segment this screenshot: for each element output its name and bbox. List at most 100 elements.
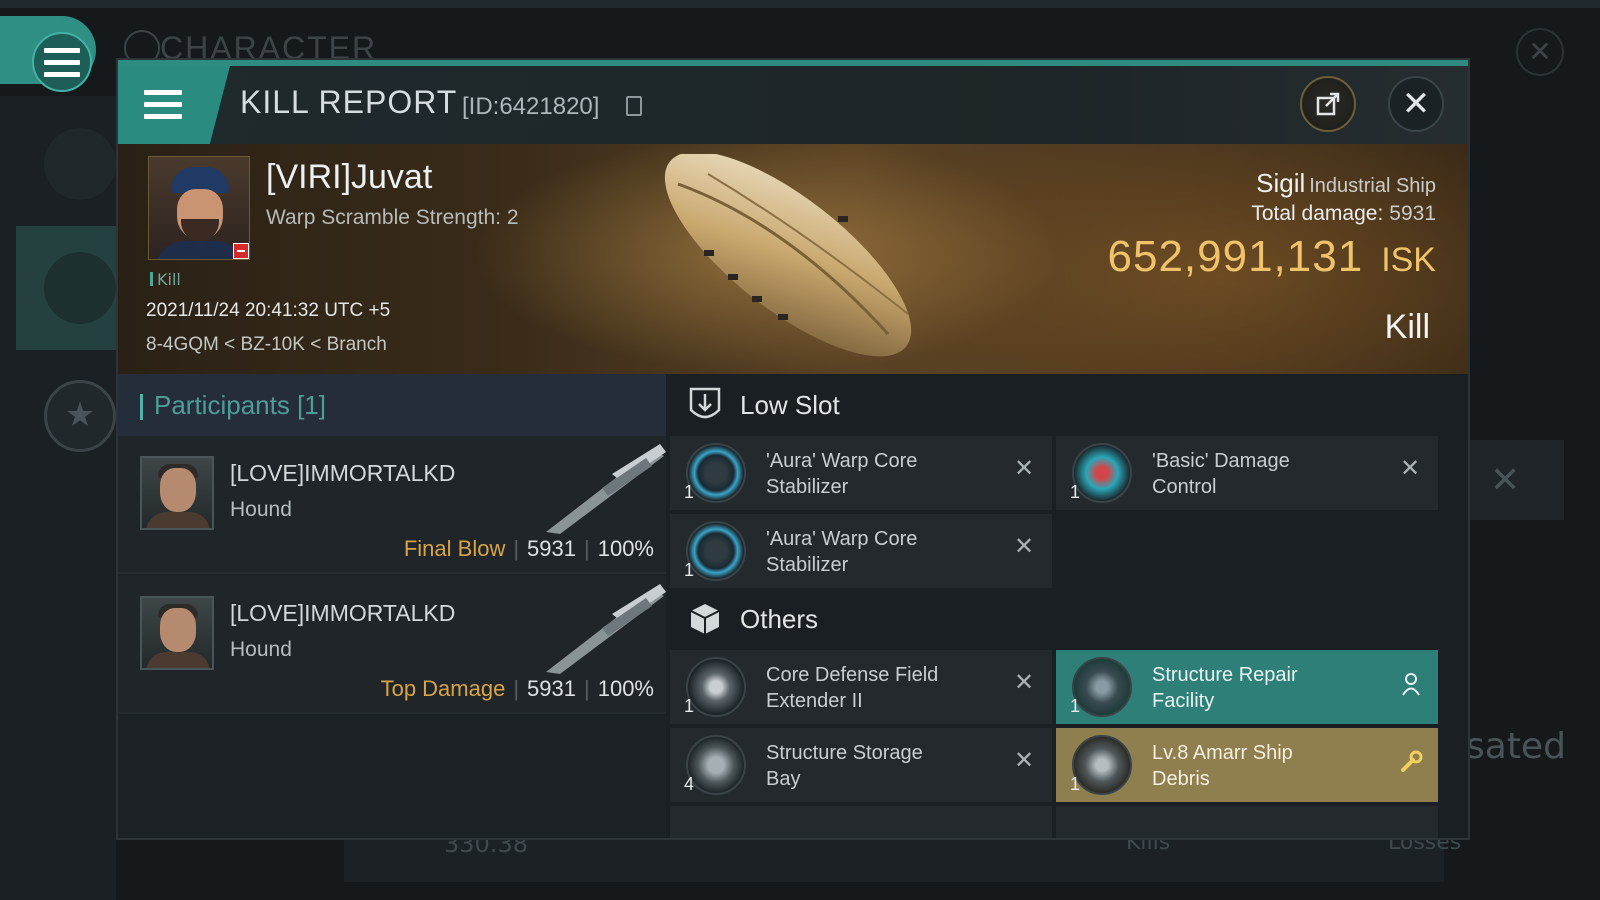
destroyed-x-icon: ✕ — [1013, 454, 1035, 482]
item-name: Core Defense Field Extender II — [766, 664, 939, 712]
kill-timestamp: 2021/11/24 20:41:32 UTC +5 — [146, 300, 391, 321]
total-damage-value: 5931 — [1389, 202, 1436, 225]
participant-ship: Hound — [230, 638, 292, 661]
others-title: Others — [740, 604, 819, 634]
sidebar-list-icon[interactable] — [44, 128, 116, 200]
fitting-item[interactable]: 1 'Aura' Warp Core Stabilizer ✕ — [670, 514, 1052, 588]
crossed-swords-icon — [44, 252, 116, 324]
close-button[interactable]: ✕ — [1388, 76, 1444, 132]
share-button[interactable] — [1300, 76, 1356, 132]
report-id: [ID:6421820] — [462, 93, 600, 120]
fitting-item-partial[interactable] — [1056, 806, 1438, 838]
shield-extender-icon — [686, 657, 746, 717]
fitting-item-dropped[interactable]: 1 Structure Repair Facility — [1056, 650, 1438, 724]
warp-core-stabilizer-icon — [686, 443, 746, 503]
isk-unit: ISK — [1381, 241, 1436, 279]
person-icon — [1398, 672, 1424, 700]
isk-value-line: 652,991,131 ISK — [1108, 232, 1437, 282]
page-title: KILL REPORT — [240, 84, 458, 120]
storage-bay-icon — [686, 735, 746, 795]
low-slot-icon — [689, 387, 721, 419]
app-menu-button[interactable] — [0, 16, 96, 92]
ship-name[interactable]: Sigil — [1256, 168, 1305, 198]
item-quantity: 1 — [1070, 774, 1081, 794]
item-name: Structure Storage Bay — [766, 742, 923, 790]
app-top-bar — [0, 0, 1600, 8]
fittings-panel: Low Slot 1 'Aura' Warp Core Stabilizer ✕ … — [670, 374, 1468, 838]
ship-class: Industrial Ship — [1309, 175, 1436, 197]
participants-title: Participants [1] — [154, 390, 326, 420]
ship-image — [664, 154, 912, 357]
warp-core-stabilizer-icon — [686, 521, 746, 581]
background-sidebar — [0, 96, 116, 900]
participant-row[interactable]: [LOVE]IMMORTALKD Hound Final Blow | 5931 | 1… — [118, 436, 666, 574]
total-damage: Total damage: 5931 — [1251, 202, 1436, 226]
background-text-fragment: sated — [1466, 726, 1566, 767]
victim-avatar[interactable] — [148, 156, 250, 260]
item-quantity: 1 — [1070, 482, 1081, 502]
kill-tag: Kill — [150, 270, 181, 289]
victim-banner: [VIRI]Juvat Warp Scramble Strength: 2 Ki… — [118, 144, 1468, 374]
total-damage-label: Total damage: — [1251, 202, 1384, 225]
fitting-item[interactable]: 1 'Basic' Damage Control ✕ — [1056, 436, 1438, 510]
participants-header: Participants [1] — [118, 374, 666, 436]
kill-location[interactable]: 8-4GQM < BZ-10K < Branch — [146, 334, 387, 356]
participant-avatar[interactable] — [140, 596, 214, 670]
sidebar-star-icon[interactable]: ★ — [44, 380, 116, 452]
low-slot-title: Low Slot — [740, 390, 840, 420]
participant-row[interactable]: [LOVE]IMMORTALKD Hound Top Damage | 5931 | 1… — [118, 576, 666, 714]
fitting-item-debris[interactable]: 1 Lv.8 Amarr Ship Debris — [1056, 728, 1438, 802]
destroyed-x-icon: ✕ — [1013, 746, 1035, 774]
victim-name[interactable]: [VIRI]Juvat — [266, 158, 432, 197]
kill-report-modal: KILL REPORT [ID:6421820] ✕ [VIRI]Juvat W… — [116, 58, 1470, 840]
participant-name[interactable]: [LOVE]IMMORTALKD — [230, 460, 455, 487]
destroyed-x-icon: ✕ — [1013, 532, 1035, 560]
participants-list: [LOVE]IMMORTALKD Hound Final Blow | 5931 | 1… — [118, 436, 666, 838]
participant-percent: 100% — [597, 676, 654, 701]
low-slot-header: Low Slot — [670, 374, 1468, 436]
participant-damage: 5931 — [527, 676, 576, 701]
ship-debris-icon — [1072, 735, 1132, 795]
item-quantity: 1 — [684, 482, 695, 502]
fitting-item-partial[interactable] — [670, 806, 1052, 838]
others-header: Others — [670, 588, 1468, 650]
participant-stats: Final Blow | 5931 | 100% — [403, 536, 654, 561]
sidebar-combat-tab[interactable] — [16, 226, 116, 350]
participant-stats: Top Damage | 5931 | 100% — [380, 676, 654, 701]
kill-type: Kill — [1384, 308, 1430, 346]
menu-icon-circle — [32, 32, 92, 92]
item-quantity: 1 — [684, 696, 695, 716]
fitting-item[interactable]: 1 Core Defense Field Extender II ✕ — [670, 650, 1052, 724]
item-quantity: 1 — [684, 560, 695, 580]
participant-percent: 100% — [597, 536, 654, 561]
participant-name[interactable]: [LOVE]IMMORTALKD — [230, 600, 455, 627]
fitting-item[interactable]: 1 'Aura' Warp Core Stabilizer ✕ — [670, 436, 1052, 510]
ship-name-line: Sigil Industrial Ship — [1256, 168, 1436, 199]
participant-ship-image — [546, 584, 666, 674]
participant-ship-image — [546, 444, 666, 534]
participant-role: Top Damage — [380, 676, 506, 701]
item-quantity: 1 — [1070, 696, 1081, 716]
fitting-item[interactable]: 4 Structure Storage Bay ✕ — [670, 728, 1052, 802]
participant-ship: Hound — [230, 498, 292, 521]
item-name: 'Aura' Warp Core Stabilizer — [766, 450, 918, 498]
wrench-icon — [1398, 750, 1424, 778]
hamburger-icon — [144, 90, 182, 120]
warp-scramble-strength: Warp Scramble Strength: 2 — [266, 206, 519, 229]
copy-icon[interactable] — [626, 96, 642, 116]
close-icon: ✕ — [1401, 84, 1431, 124]
participant-damage: 5931 — [527, 536, 576, 561]
hostile-badge-icon — [233, 243, 249, 259]
participant-role: Final Blow — [403, 536, 506, 561]
cargo-box-icon — [690, 604, 720, 634]
background-tools-icon[interactable]: ✕ — [1490, 460, 1520, 501]
isk-value: 652,991,131 — [1107, 232, 1364, 281]
background-close-icon[interactable]: ✕ — [1516, 28, 1564, 76]
item-name: Structure Repair Facility — [1152, 664, 1298, 712]
item-name: Lv.8 Amarr Ship Debris — [1152, 742, 1293, 790]
participant-avatar[interactable] — [140, 456, 214, 530]
share-icon — [1316, 92, 1340, 116]
repair-facility-icon — [1072, 657, 1132, 717]
item-name: 'Basic' Damage Control — [1152, 450, 1290, 498]
item-name: 'Aura' Warp Core Stabilizer — [766, 528, 918, 576]
